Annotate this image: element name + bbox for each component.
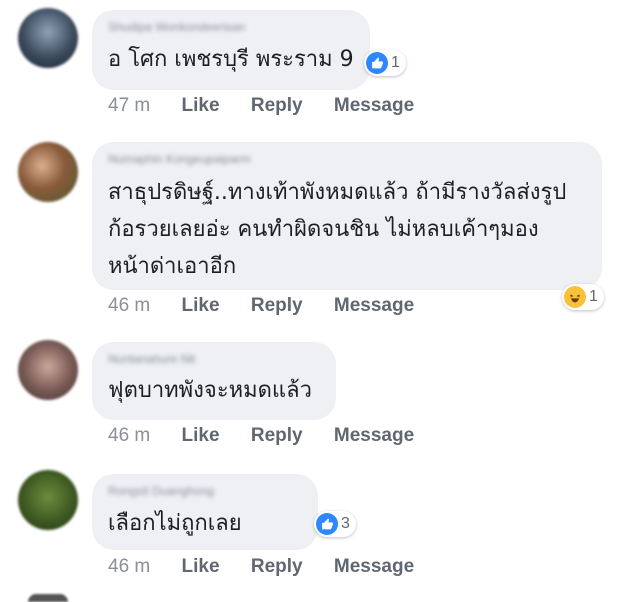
like-icon bbox=[366, 52, 388, 74]
comment-text-line: หน้าด่าเอาอีก bbox=[108, 254, 237, 279]
comment-bubble: Numaphin Kongeupaiparm สาธุปรดิษฐ์..ทางเ… bbox=[92, 142, 602, 290]
comment-actions: 46 m Like Reply Message bbox=[108, 295, 440, 317]
avatar[interactable] bbox=[18, 8, 78, 68]
reaction-badge[interactable]: 1 bbox=[562, 284, 604, 310]
comment-actions: 46 m Like Reply Message bbox=[108, 425, 440, 447]
comment-time[interactable]: 46 m bbox=[108, 425, 150, 447]
comment-bubble: Rongsit Duanghong เลือกไม่ถูกเลย bbox=[92, 474, 318, 550]
reply-button[interactable]: Reply bbox=[251, 556, 303, 578]
reaction-badge[interactable]: 3 bbox=[314, 511, 356, 537]
message-button[interactable]: Message bbox=[334, 295, 414, 317]
comment-time[interactable]: 47 m bbox=[108, 95, 150, 117]
like-icon bbox=[316, 513, 338, 535]
like-button[interactable]: Like bbox=[182, 425, 220, 447]
comment-bubble: Nuntanahure Nit ฟุตบาทพังจะหมดแล้ว bbox=[92, 342, 336, 420]
like-button[interactable]: Like bbox=[182, 295, 220, 317]
comment-time[interactable]: 46 m bbox=[108, 295, 150, 317]
message-button[interactable]: Message bbox=[334, 556, 414, 578]
avatar[interactable] bbox=[18, 470, 78, 530]
comment-author[interactable]: Rongsit Duanghong bbox=[108, 484, 214, 498]
comment-actions: 47 m Like Reply Message bbox=[108, 95, 440, 117]
next-comment-peek bbox=[0, 592, 628, 602]
reaction-count: 1 bbox=[589, 288, 598, 305]
reaction-count: 1 bbox=[391, 54, 400, 71]
comment-text: ฟุตบาทพังจะหมดแล้ว bbox=[108, 372, 312, 409]
like-button[interactable]: Like bbox=[182, 556, 220, 578]
comment-bubble: Shudipa Wonkondeerisan อ โศก เพชรบุรี พร… bbox=[92, 10, 370, 90]
comment-author[interactable]: Nuntanahure Nit bbox=[108, 352, 195, 366]
comment-text: สาธุปรดิษฐ์..ทางเท้าพังหมดแล้ว ถ้ามีรางว… bbox=[108, 174, 566, 285]
reaction-badge[interactable]: 1 bbox=[364, 50, 406, 76]
comment-text-line: อ โศก เพชรบุรี พระราม 9 bbox=[108, 47, 354, 72]
comment-text-line: เลือกไม่ถูกเลย bbox=[108, 511, 242, 536]
comment-text-line: ฟุตบาทพังจะหมดแล้ว bbox=[108, 378, 312, 403]
comment-author[interactable]: Numaphin Kongeupaiparm bbox=[108, 152, 251, 166]
avatar bbox=[28, 594, 68, 602]
comment-text: เลือกไม่ถูกเลย bbox=[108, 505, 242, 542]
haha-icon bbox=[564, 286, 586, 308]
comment-text-line: ก้อรวยเลยอ่ะ คนทำผิดจนชิน ไม่หลบเค้าๆมอง bbox=[108, 217, 539, 242]
avatar[interactable] bbox=[18, 142, 78, 202]
reply-button[interactable]: Reply bbox=[251, 425, 303, 447]
reply-button[interactable]: Reply bbox=[251, 95, 303, 117]
reply-button[interactable]: Reply bbox=[251, 295, 303, 317]
message-button[interactable]: Message bbox=[334, 95, 414, 117]
reaction-count: 3 bbox=[341, 515, 350, 532]
comment-author[interactable]: Shudipa Wonkondeerisan bbox=[108, 20, 245, 34]
like-button[interactable]: Like bbox=[182, 95, 220, 117]
avatar[interactable] bbox=[18, 340, 78, 400]
comment-time[interactable]: 46 m bbox=[108, 556, 150, 578]
message-button[interactable]: Message bbox=[334, 425, 414, 447]
comment-text: อ โศก เพชรบุรี พระราม 9 bbox=[108, 41, 354, 78]
comment-actions: 46 m Like Reply Message bbox=[108, 556, 440, 578]
comment-text-line: สาธุปรดิษฐ์..ทางเท้าพังหมดแล้ว ถ้ามีรางว… bbox=[108, 180, 567, 205]
